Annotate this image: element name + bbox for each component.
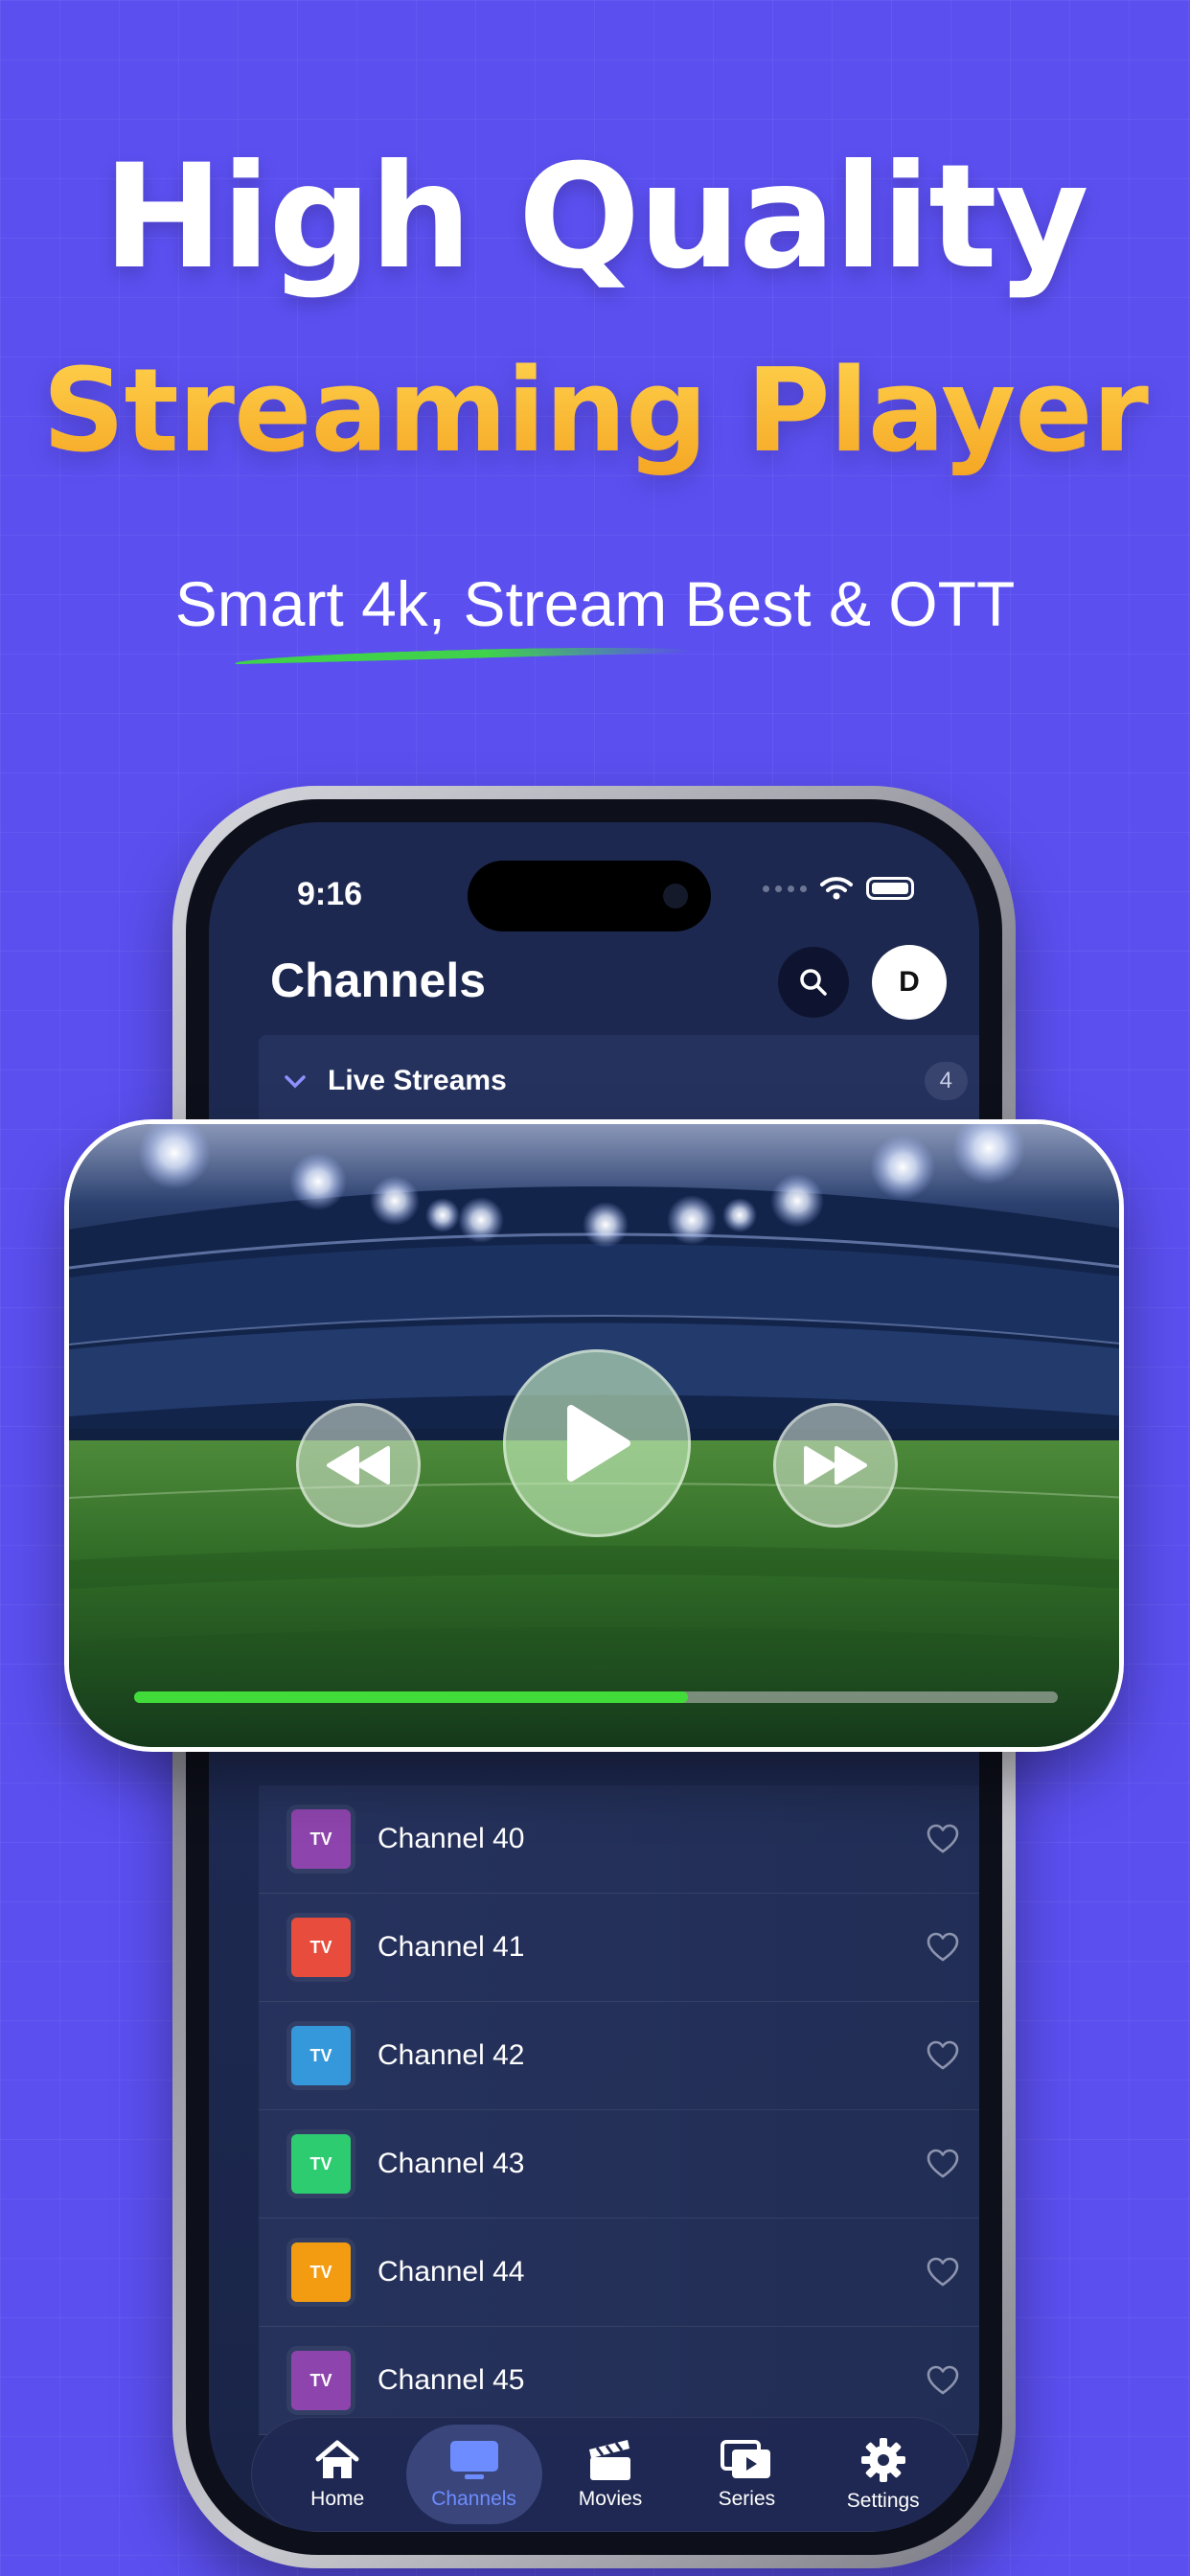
- channel-logo: TV: [291, 1918, 351, 1977]
- video-player[interactable]: [64, 1119, 1124, 1752]
- channel-logo: TV: [291, 2351, 351, 2410]
- battery-icon: [866, 877, 914, 900]
- channel-list: TV Channel 40 TV Channel 41 TV Channel 42 TV Ch…: [259, 1785, 979, 2435]
- series-icon: [721, 2440, 771, 2478]
- count-badge: 4: [924, 1062, 968, 1100]
- dynamic-island: [468, 861, 711, 932]
- fast-forward-button[interactable]: [773, 1403, 898, 1528]
- play-button[interactable]: [503, 1349, 691, 1537]
- heart-icon[interactable]: [926, 2363, 960, 2398]
- channel-row[interactable]: TV Channel 40: [259, 1785, 979, 1894]
- section-title: Live Streams: [328, 1065, 507, 1096]
- avatar[interactable]: D: [872, 945, 947, 1020]
- tv-icon: [449, 2441, 498, 2479]
- tab-label: Settings: [846, 2490, 920, 2512]
- progress-bar[interactable]: [134, 1691, 1058, 1703]
- heart-icon[interactable]: [926, 2147, 960, 2181]
- tab-label: Series: [718, 2488, 776, 2510]
- status-indicators: [763, 876, 914, 901]
- channel-name: Channel 40: [378, 1823, 525, 1854]
- play-icon: [567, 1405, 630, 1482]
- tab-label: Home: [310, 2488, 365, 2510]
- page-title: Channels: [270, 954, 487, 1007]
- channel-row[interactable]: TV Channel 43: [259, 2110, 979, 2219]
- channel-row[interactable]: TV Channel 41: [259, 1894, 979, 2002]
- chevron-down-icon: [284, 1066, 312, 1096]
- channel-logo: TV: [291, 2134, 351, 2194]
- tab-settings[interactable]: Settings: [815, 2425, 951, 2524]
- channel-name: Channel 41: [378, 1931, 525, 1963]
- gear-icon: [860, 2438, 905, 2482]
- search-icon: [800, 969, 827, 996]
- home-icon: [315, 2440, 359, 2478]
- heart-icon[interactable]: [926, 2255, 960, 2289]
- tab-bar: Home Channels Movies Series Settings: [251, 2417, 970, 2532]
- channel-logo: TV: [291, 2026, 351, 2085]
- clapperboard-icon: [588, 2440, 630, 2480]
- tab-movies[interactable]: Movies: [542, 2425, 678, 2524]
- camera-icon: [663, 884, 688, 908]
- channel-row[interactable]: TV Channel 42: [259, 2002, 979, 2110]
- channel-name: Channel 42: [378, 2039, 525, 2071]
- channel-logo: TV: [291, 1809, 351, 1869]
- status-time: 9:16: [297, 876, 363, 912]
- channel-row[interactable]: TV Channel 44: [259, 2219, 979, 2327]
- hero-tagline: Smart 4k, Stream Best & OTT: [174, 568, 1016, 639]
- wifi-icon: [820, 877, 853, 900]
- channel-name: Channel 44: [378, 2256, 525, 2288]
- channel-name: Channel 45: [378, 2364, 525, 2396]
- tab-home[interactable]: Home: [269, 2425, 405, 2524]
- search-button[interactable]: [778, 947, 849, 1018]
- heart-icon[interactable]: [926, 1930, 960, 1965]
- tab-label: Channels: [431, 2488, 516, 2510]
- tab-channels[interactable]: Channels: [405, 2425, 542, 2524]
- tab-series[interactable]: Series: [678, 2425, 814, 2524]
- heart-icon[interactable]: [926, 1822, 960, 1856]
- rewind-icon: [327, 1446, 390, 1484]
- progress-fill: [134, 1691, 689, 1703]
- hero-title-line1: High Quality: [103, 134, 1088, 301]
- rewind-button[interactable]: [296, 1403, 421, 1528]
- heart-icon[interactable]: [926, 2038, 960, 2073]
- tab-label: Movies: [578, 2488, 643, 2510]
- channel-name: Channel 43: [378, 2148, 525, 2179]
- channel-logo: TV: [291, 2242, 351, 2302]
- fast-forward-icon: [804, 1446, 867, 1484]
- hero-title-line2: Streaming Player: [0, 345, 1190, 478]
- signal-icon: [763, 885, 807, 892]
- section-header-live-streams[interactable]: Live Streams 4: [259, 1035, 979, 1127]
